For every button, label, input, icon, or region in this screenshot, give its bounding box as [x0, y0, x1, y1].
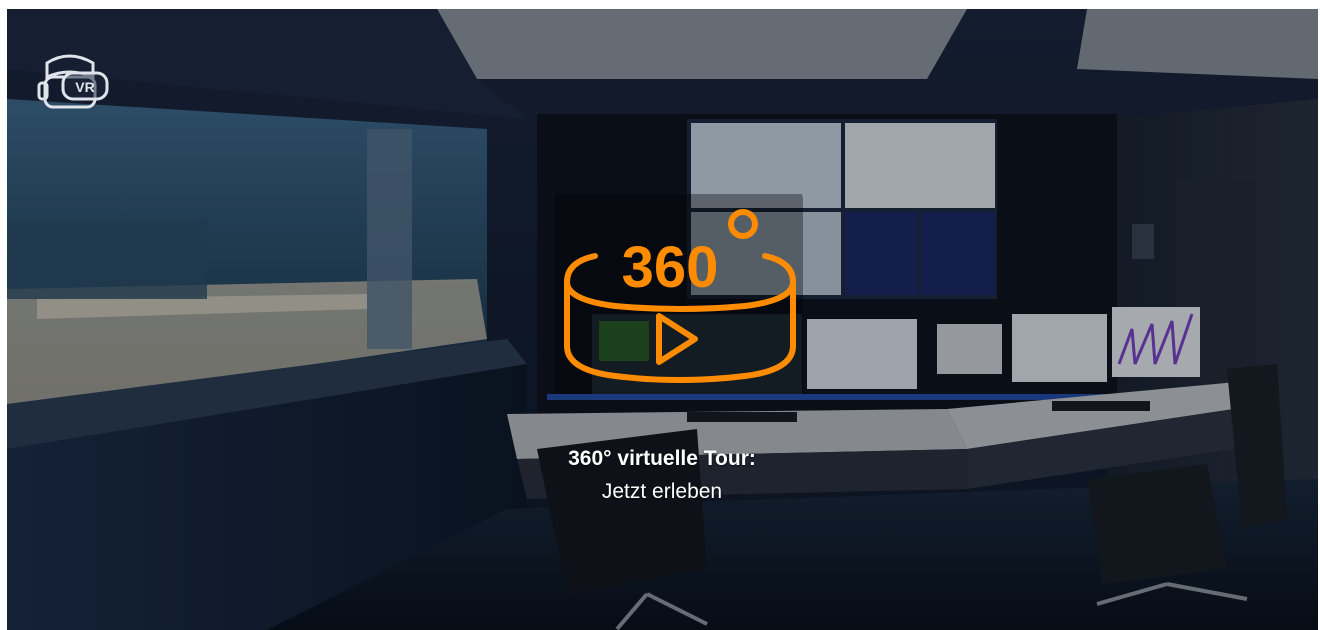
360-play-icon[interactable]: 360 — [555, 194, 805, 394]
vr-label: VR — [75, 79, 94, 95]
360-logo-text: 360 — [622, 235, 719, 300]
tour-subtitle: Jetzt erleben — [601, 480, 723, 503]
virtual-tour-launcher[interactable]: VR 360 360° virtuelle Tour: Jetzt erlebe… — [7, 9, 1318, 630]
vr-headset-icon[interactable]: VR — [37, 53, 119, 119]
tour-title: 360° virtuelle Tour: — [568, 447, 756, 470]
